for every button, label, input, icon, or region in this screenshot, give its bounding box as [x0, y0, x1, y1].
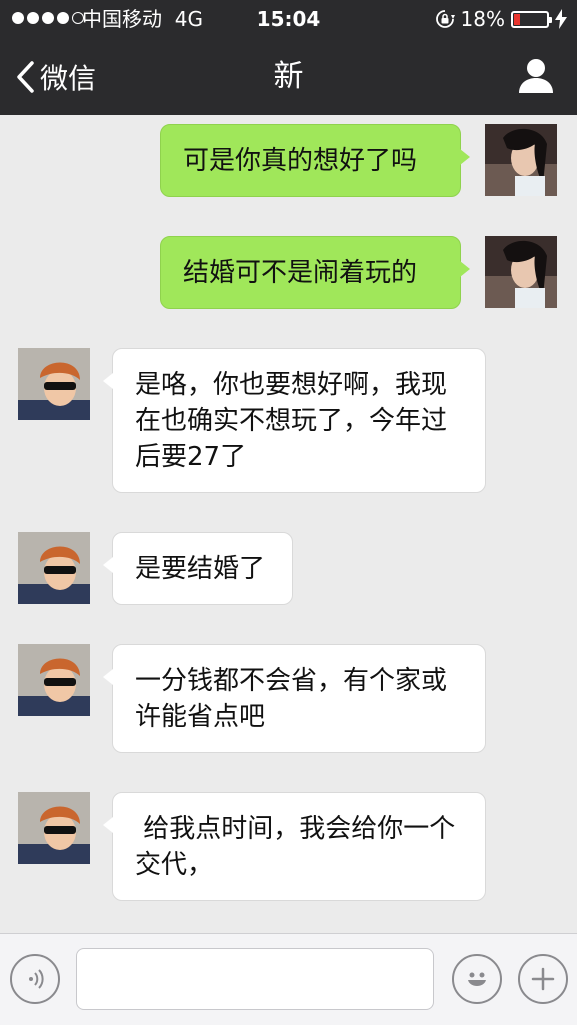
message-input[interactable] [76, 948, 434, 1010]
self-avatar[interactable] [485, 124, 557, 196]
emoji-icon [468, 972, 486, 986]
status-right: 18% [435, 0, 567, 38]
contact-avatar[interactable] [18, 644, 90, 716]
message-text: 给我点时间，我会给你一个交代， [135, 813, 456, 880]
message-text: 结婚可不是闹着玩的 [183, 257, 418, 288]
message-bubble[interactable]: 是咯，你也要想好啊，我现在也确实不想玩了，今年过后要27了 [103, 348, 486, 493]
message-bubble[interactable]: 结婚可不是闹着玩的 [160, 236, 470, 309]
message-bubble[interactable]: 给我点时间，我会给你一个交代， [103, 792, 486, 901]
message-text: 一分钱都不会省，有个家或许能省点吧 [135, 665, 448, 732]
message-text: 是咯，你也要想好啊，我现在也确实不想玩了，今年过后要27了 [135, 369, 448, 472]
battery-icon [511, 10, 552, 28]
message-bubble[interactable]: 是要结婚了 [103, 532, 293, 605]
input-bar [0, 933, 577, 1025]
emoji-button[interactable] [452, 954, 502, 1004]
more-button[interactable] [518, 954, 568, 1004]
charging-icon [555, 9, 567, 29]
message-text: 是要结婚了 [135, 553, 266, 584]
plus-icon [531, 967, 555, 991]
profile-icon[interactable] [517, 56, 555, 94]
voice-button[interactable] [10, 954, 60, 1004]
lock-rotation-icon [435, 10, 455, 28]
self-avatar[interactable] [485, 236, 557, 308]
contact-avatar[interactable] [18, 348, 90, 420]
battery-percentage: 18% [460, 7, 505, 31]
contact-avatar[interactable] [18, 792, 90, 864]
voice-icon [29, 969, 44, 989]
battery-level-fill [514, 13, 521, 25]
top-bar: 中国移动 4G 15:04 18% 微信 新 [0, 0, 577, 115]
message-bubble[interactable]: 可是你真的想好了吗 [160, 124, 470, 197]
message-bubble[interactable]: 一分钱都不会省，有个家或许能省点吧 [103, 644, 486, 753]
message-text: 可是你真的想好了吗 [183, 145, 418, 176]
chat-title: 新 [273, 59, 304, 94]
contact-avatar[interactable] [18, 532, 90, 604]
navigation-bar: 微信 新 [0, 38, 577, 115]
status-bar: 中国移动 4G 15:04 18% [0, 0, 577, 38]
